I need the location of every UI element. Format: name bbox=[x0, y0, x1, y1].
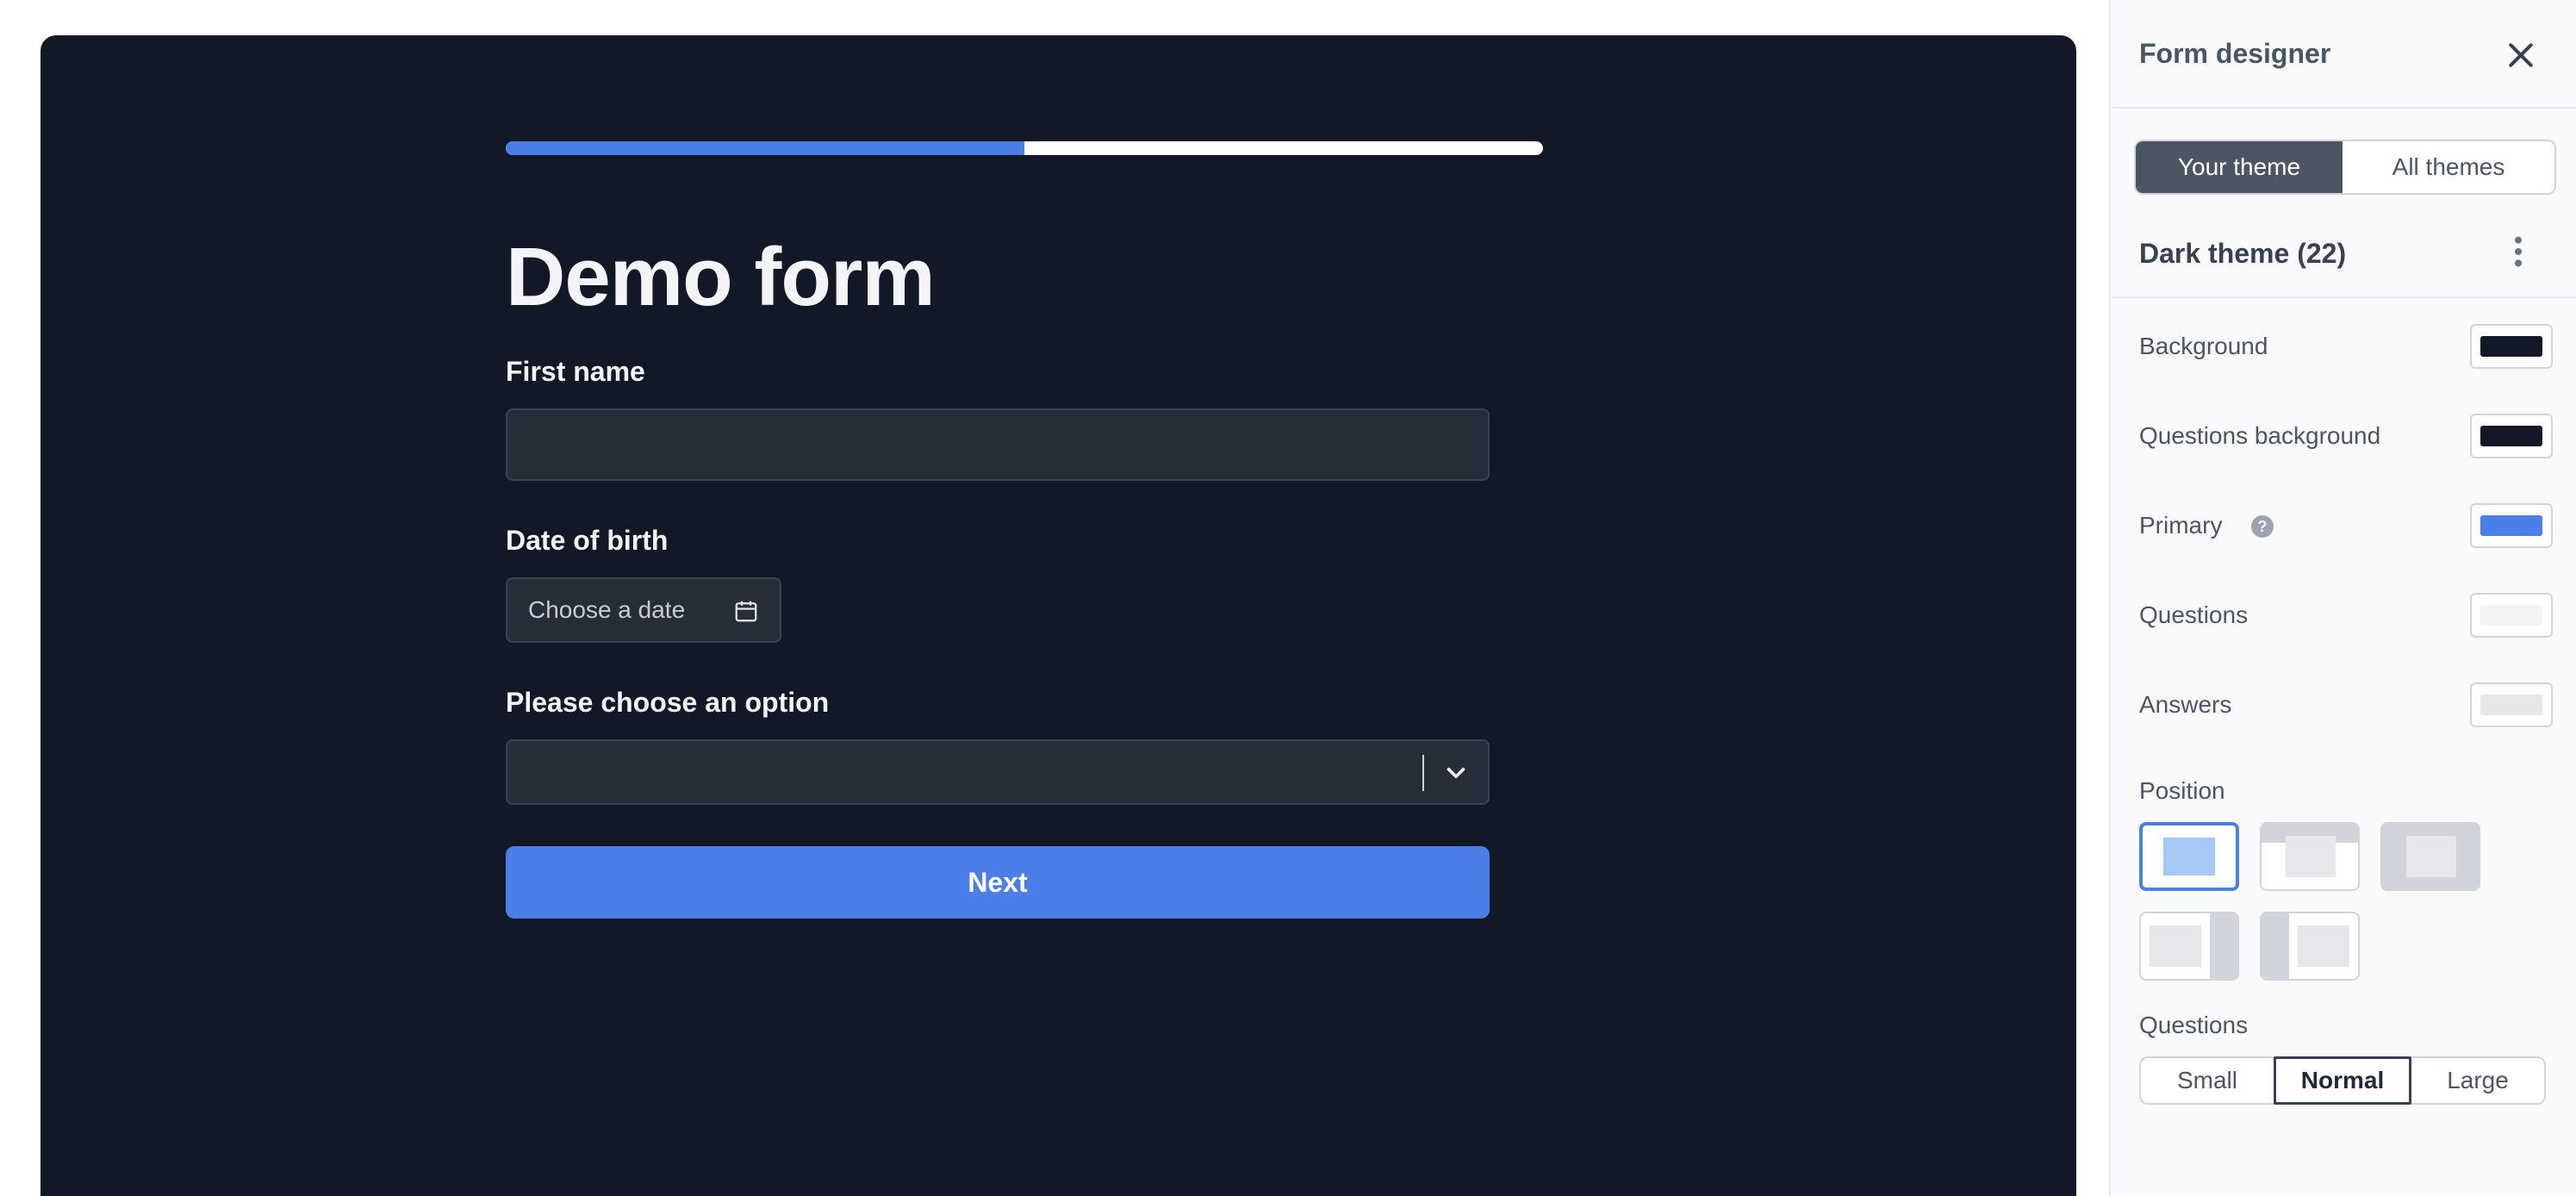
size-small-button[interactable]: Small bbox=[2141, 1058, 2274, 1103]
theme-name: Dark theme (22) bbox=[2139, 238, 2347, 269]
color-label: Primary bbox=[2139, 512, 2223, 539]
close-icon[interactable] bbox=[2504, 38, 2538, 72]
tab-your-theme[interactable]: Your theme bbox=[2136, 141, 2343, 193]
theme-row: Dark theme (22) bbox=[2112, 221, 2576, 298]
form-preview: Demo form First name Date of birth Choos… bbox=[0, 0, 2111, 1196]
select-separator bbox=[1422, 755, 1424, 791]
date-placeholder: Choose a date bbox=[528, 596, 686, 623]
color-swatch-background[interactable] bbox=[2470, 324, 2553, 369]
next-button[interactable]: Next bbox=[506, 846, 1490, 919]
position-label: Position bbox=[2139, 777, 2225, 804]
color-label: Questions bbox=[2139, 601, 2249, 628]
position-top-button[interactable] bbox=[2260, 822, 2360, 891]
option-label: Please choose an option bbox=[506, 687, 830, 718]
form-designer-panel: Form designer Your theme All themes Dark… bbox=[2112, 0, 2576, 1196]
color-label: Background bbox=[2139, 333, 2268, 359]
option-select[interactable] bbox=[506, 739, 1490, 805]
size-large-button[interactable]: Large bbox=[2411, 1058, 2544, 1103]
color-swatch-answers[interactable] bbox=[2470, 682, 2553, 727]
position-left-button[interactable] bbox=[2260, 912, 2360, 981]
color-row-background: Background bbox=[2139, 324, 2553, 369]
theme-tabs: Your theme All themes bbox=[2134, 140, 2556, 195]
position-right-button[interactable] bbox=[2139, 912, 2239, 981]
color-label: Questions background bbox=[2139, 422, 2381, 449]
form-title: Demo form bbox=[506, 231, 936, 323]
dob-label: Date of birth bbox=[506, 525, 669, 556]
date-picker-input[interactable]: Choose a date bbox=[506, 577, 781, 643]
color-label: Answers bbox=[2139, 691, 2232, 718]
help-icon[interactable]: ? bbox=[2251, 515, 2274, 538]
calendar-icon[interactable] bbox=[733, 598, 759, 624]
progress-bar bbox=[506, 141, 1543, 155]
color-swatch-primary[interactable] bbox=[2470, 503, 2553, 548]
first-name-input[interactable] bbox=[506, 408, 1490, 481]
form-card: Demo form First name Date of birth Choos… bbox=[40, 35, 2076, 1196]
size-normal-button[interactable]: Normal bbox=[2274, 1056, 2411, 1105]
color-row-questions-background: Questions background bbox=[2139, 414, 2553, 458]
color-row-answers: Answers bbox=[2139, 682, 2553, 727]
question-size-selector: Small Normal Large bbox=[2139, 1056, 2546, 1105]
kebab-icon[interactable] bbox=[2508, 234, 2529, 269]
tab-all-themes[interactable]: All themes bbox=[2343, 141, 2554, 193]
progress-fill bbox=[506, 141, 1024, 155]
panel-header: Form designer bbox=[2112, 0, 2576, 109]
color-row-questions: Questions bbox=[2139, 593, 2553, 638]
chevron-down-icon[interactable] bbox=[1441, 758, 1471, 788]
panel-title: Form designer bbox=[2139, 38, 2331, 69]
color-row-primary: Primary ? bbox=[2139, 503, 2553, 548]
first-name-label: First name bbox=[506, 356, 645, 387]
color-swatch-questions[interactable] bbox=[2470, 593, 2553, 638]
position-full-button[interactable] bbox=[2380, 822, 2480, 891]
position-center-button[interactable] bbox=[2139, 822, 2239, 891]
questions-size-label: Questions bbox=[2139, 1012, 2249, 1038]
color-swatch-questions-background[interactable] bbox=[2470, 414, 2553, 458]
